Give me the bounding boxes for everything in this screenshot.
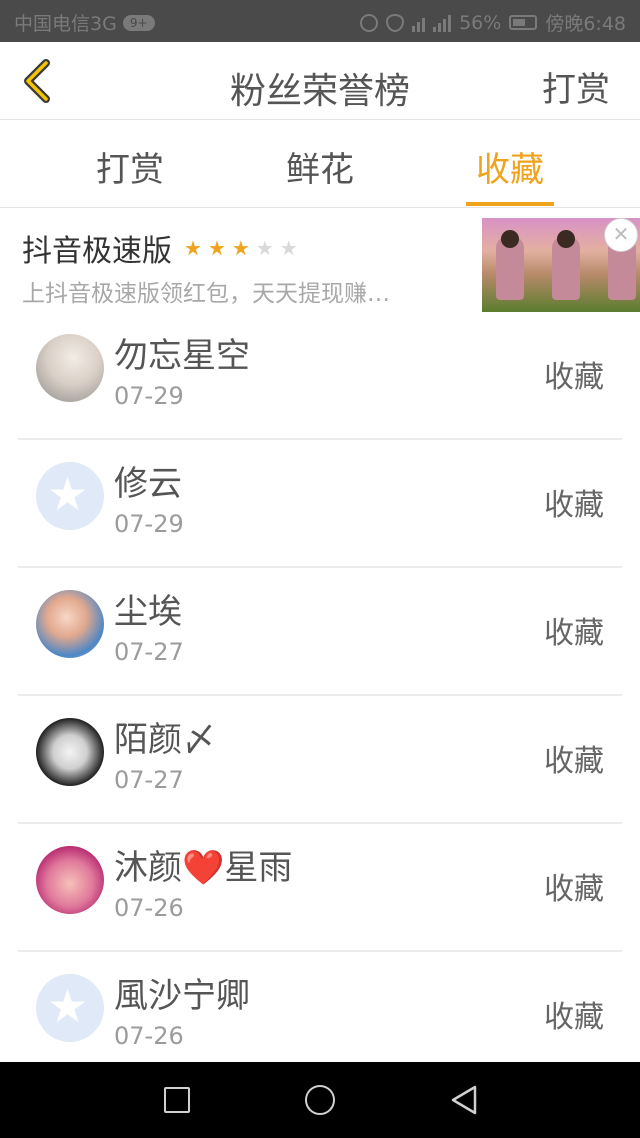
home-button[interactable]	[305, 1085, 335, 1115]
list-item[interactable]: 尘埃 07-27 收藏	[18, 568, 622, 696]
user-name: 尘埃	[114, 592, 182, 632]
battery-percent: 56%	[459, 11, 502, 34]
close-icon: ✕	[612, 222, 630, 246]
alarm-icon	[360, 13, 379, 32]
star-icon: ★	[207, 236, 226, 260]
item-date: 07-27	[114, 638, 184, 666]
wifi-icon	[412, 14, 426, 32]
star-icon: ★	[255, 236, 274, 260]
user-name: 修云	[114, 464, 182, 504]
tab-flowers[interactable]: 鲜花	[260, 142, 380, 206]
user-name: 風沙宁卿	[114, 976, 250, 1016]
back-triangle-icon[interactable]	[450, 1084, 478, 1116]
avatar[interactable]: ★	[36, 974, 104, 1042]
item-type: 收藏	[544, 1000, 604, 1035]
star-icon: ★	[184, 236, 202, 260]
tab-favorites[interactable]: 收藏	[450, 142, 570, 206]
battery-icon	[509, 15, 538, 30]
qq-default-avatar-icon: ★	[47, 467, 89, 521]
signal-icon	[433, 14, 452, 32]
eye-icon	[386, 13, 405, 32]
user-name: 勿忘星空	[114, 336, 250, 376]
list-item[interactable]: ★ 修云 07-29 收藏	[18, 440, 622, 568]
clock: 傍晚6:48	[545, 13, 626, 35]
status-left: 中国电信3G 9+	[14, 9, 155, 36]
ad-title-row: 抖音极速版 ★ ★ ★ ★ ★	[22, 226, 298, 270]
item-date: 07-29	[114, 382, 184, 410]
avatar[interactable]	[36, 718, 104, 786]
ad-title: 抖音极速版	[22, 234, 172, 269]
qq-default-avatar-icon: ★	[47, 979, 89, 1033]
list-item[interactable]: 沐颜❤️星雨 07-26 收藏	[18, 824, 622, 952]
avatar[interactable]: ★	[36, 462, 104, 530]
item-date: 07-26	[114, 1022, 184, 1050]
user-name: 陌颜〆	[114, 720, 216, 760]
star-icon: ★	[231, 236, 250, 260]
item-type: 收藏	[544, 872, 604, 907]
avatar[interactable]	[36, 590, 104, 658]
ad-image	[482, 218, 538, 312]
tab-bar: 打赏 鲜花 收藏	[0, 120, 640, 208]
item-date: 07-26	[114, 894, 184, 922]
ad-image	[538, 218, 594, 312]
ad-banner[interactable]: 抖音极速版 ★ ★ ★ ★ ★ 上抖音极速版领红包，天天提现赚…	[0, 208, 640, 312]
app-header: 粉丝荣誉榜 打赏	[0, 42, 640, 120]
recent-apps-button[interactable]	[164, 1087, 190, 1113]
status-bar: 中国电信3G 9+ 56% 傍晚6:48	[0, 0, 640, 42]
item-type: 收藏	[544, 616, 604, 651]
status-right: 56% 傍晚6:48	[360, 9, 626, 36]
list-item[interactable]: ★ 風沙宁卿 07-26 收藏	[18, 952, 622, 1080]
item-date: 07-29	[114, 510, 184, 538]
ad-rating-stars: ★ ★ ★ ★ ★	[184, 238, 298, 258]
ad-description: 上抖音极速版领红包，天天提现赚…	[22, 281, 390, 307]
user-name: 沐颜❤️星雨	[114, 848, 293, 888]
close-ad-button[interactable]: ✕	[604, 218, 638, 252]
notification-badge: 9+	[122, 14, 155, 31]
item-type: 收藏	[544, 488, 604, 523]
avatar[interactable]	[36, 334, 104, 402]
system-nav-bar	[0, 1062, 640, 1138]
item-type: 收藏	[544, 360, 604, 395]
list-item[interactable]: 陌颜〆 07-27 收藏	[18, 696, 622, 824]
tab-reward[interactable]: 打赏	[70, 142, 190, 206]
item-type: 收藏	[544, 744, 604, 779]
avatar[interactable]	[36, 846, 104, 914]
item-date: 07-27	[114, 766, 184, 794]
star-icon: ★	[279, 236, 298, 260]
reward-button[interactable]: 打赏	[542, 62, 610, 111]
carrier-label: 中国电信3G	[14, 13, 117, 35]
list-item[interactable]: 勿忘星空 07-29 收藏	[18, 312, 622, 440]
